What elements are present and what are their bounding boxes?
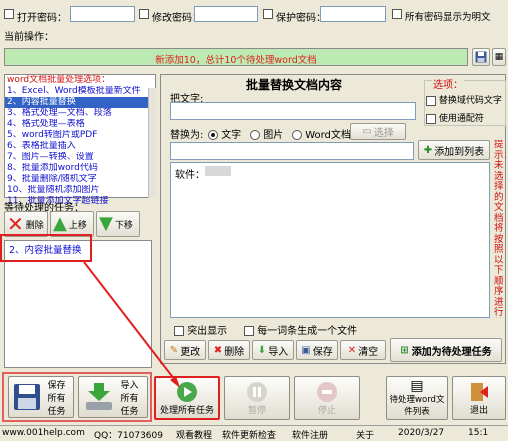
side-note: 提示：未选择的文档将按照以下顺序进行替换操作，可同时输入多个替换内容后添加到列表: [494, 140, 506, 318]
stop-button[interactable]: 停止: [294, 376, 360, 420]
document-list-icon: ▤: [410, 378, 424, 394]
delete-icon: ✖: [213, 344, 223, 356]
save-settings-button[interactable]: [472, 48, 490, 66]
status-time: 15:1: [468, 428, 489, 438]
import-all-tasks-button[interactable]: 导入所有任务: [78, 376, 148, 418]
stop-icon: [317, 381, 337, 402]
options-list-item[interactable]: 6、表格批量插入: [5, 141, 155, 152]
save-icon: ▣: [301, 344, 311, 356]
options-list-item[interactable]: 10、批量随机添加图片: [5, 185, 155, 196]
options-list-item[interactable]: 1、Excel、Word模板批量新文件: [5, 86, 155, 97]
save-all-tasks-button[interactable]: 保存所有任务: [8, 376, 74, 418]
options-list-item[interactable]: 9、批量删除/随机文字: [5, 174, 155, 185]
open-pwd-input[interactable]: [70, 6, 135, 22]
options-list: 1、Excel、Word模板批量新文件 2、内容批量替换 3、格式处理—文档、段落 4…: [5, 86, 155, 207]
protect-pwd-input[interactable]: [320, 6, 386, 22]
floppy-icon: [475, 51, 487, 63]
modify-pwd-checkbox[interactable]: [139, 9, 149, 20]
import-drive-icon: [85, 383, 112, 410]
grid-icon: ▦: [494, 52, 504, 62]
status-date: 2020/3/27: [398, 428, 445, 438]
clear-button[interactable]: ✕ 清空: [340, 340, 386, 360]
green-up-arrow-icon: ▲: [53, 213, 67, 234]
pending-list-button[interactable]: ▤ 待处理word文件列表: [386, 376, 448, 420]
status-about[interactable]: 关于: [356, 428, 374, 441]
exit-button[interactable]: 退出: [452, 376, 506, 420]
opt-code-checkbox[interactable]: 替换域代码文字: [426, 93, 502, 106]
open-pwd-checkbox[interactable]: [4, 9, 14, 20]
modify-button[interactable]: ✎ 更改: [164, 340, 206, 360]
blurred-text: [205, 166, 231, 176]
status-register[interactable]: 软件注册: [292, 428, 328, 441]
options-list-item[interactable]: 2、内容批量替换: [5, 97, 155, 108]
options-title: 选项：: [432, 76, 464, 91]
opt-text-radio[interactable]: 文字: [208, 126, 241, 141]
replace-label: 替换为:: [170, 130, 204, 141]
options-scrollbar[interactable]: [148, 88, 156, 198]
opt-word-radio[interactable]: Word文档: [292, 126, 351, 141]
import-button[interactable]: ⬇ 导入: [252, 340, 294, 360]
pause-icon: [247, 381, 267, 402]
queue-highlight-box: [0, 234, 92, 262]
options-list-item[interactable]: 4、格式处理—表格: [5, 119, 155, 130]
folder-icon: ▭: [362, 126, 372, 137]
options-list-panel: word文档批量处理选项： 1、Excel、Word模板批量新文件 2、内容批量替…: [4, 74, 156, 206]
add-to-list-button[interactable]: ✚ 添加到列表: [418, 140, 490, 160]
save-button[interactable]: ▣ 保存: [296, 340, 338, 360]
password-bar: 打开密码： 修改密码： 保护密码： 所有密码显示为明文: [0, 6, 508, 24]
options-list-title: word文档批量处理选项：: [7, 75, 111, 85]
show-plain-label: 所有密码显示为明文: [405, 12, 491, 23]
open-pwd-label: 打开密码：: [17, 13, 67, 24]
status-qq: QQ：71073609: [94, 431, 163, 441]
options-list-item[interactable]: 7、图片—转换、设置: [5, 152, 155, 163]
pause-button[interactable]: 暂停: [224, 376, 290, 420]
status-bar: www.001help.com QQ：71073609 观看教程 软件更新检查 …: [0, 425, 508, 441]
options-button[interactable]: ▦: [492, 48, 506, 66]
clear-icon: ✕: [347, 344, 357, 356]
opt-image-radio[interactable]: 图片: [250, 126, 283, 141]
process-all-button[interactable]: 处理所有任务: [154, 376, 220, 420]
floppy-icon: [13, 384, 40, 410]
show-plain-checkbox[interactable]: [392, 9, 402, 20]
replace-input[interactable]: [170, 142, 414, 160]
find-input[interactable]: [170, 102, 416, 120]
status-tutorial[interactable]: 观看教程: [176, 428, 212, 441]
each-file-checkbox[interactable]: 每一词条生成一个文件: [244, 322, 357, 337]
progress-bar: 新添加10，总计10个待处理word文档: [4, 48, 468, 66]
green-down-arrow-icon: ▼: [99, 213, 113, 234]
import-icon: ⬇: [257, 344, 267, 356]
delete-entry-button[interactable]: ✖ 删除: [208, 340, 250, 360]
protect-pwd-label: 保护密码：: [276, 13, 326, 24]
status-update[interactable]: 软件更新检查: [222, 428, 276, 441]
current-op-label: 当前操作：: [4, 32, 54, 43]
add-icon: ✚: [423, 144, 433, 156]
replace-list-entry: 软件：: [175, 170, 205, 181]
protect-pwd-checkbox[interactable]: [263, 9, 273, 20]
red-x-icon: ✕: [7, 212, 24, 236]
play-icon: [177, 381, 197, 402]
select-button[interactable]: ▭ 选择: [350, 123, 406, 140]
modify-pwd-input[interactable]: [194, 6, 258, 22]
edit-icon: ✎: [169, 344, 179, 356]
highlight-checkbox[interactable]: 突出显示: [174, 322, 227, 337]
opt-regex-checkbox[interactable]: 使用通配符: [426, 111, 484, 124]
options-list-item[interactable]: 5、word转图片或PDF: [5, 130, 155, 141]
replace-list[interactable]: 软件：: [170, 162, 490, 318]
add-task-button[interactable]: ⊞ 添加为待处理任务: [390, 338, 502, 362]
progress-text: 新添加10，总计10个待处理word文档: [155, 55, 317, 66]
options-list-item[interactable]: 3、格式处理—文档、段落: [5, 108, 155, 119]
status-site[interactable]: www.001help.com: [2, 428, 85, 438]
panel-title: 批量替换文档内容: [246, 78, 343, 92]
add-task-icon: ⊞: [400, 344, 409, 356]
move-down-button[interactable]: ▼ 下移: [96, 211, 140, 237]
exit-icon: [471, 382, 488, 401]
options-list-item[interactable]: 8、批量添加word代码: [5, 163, 155, 174]
